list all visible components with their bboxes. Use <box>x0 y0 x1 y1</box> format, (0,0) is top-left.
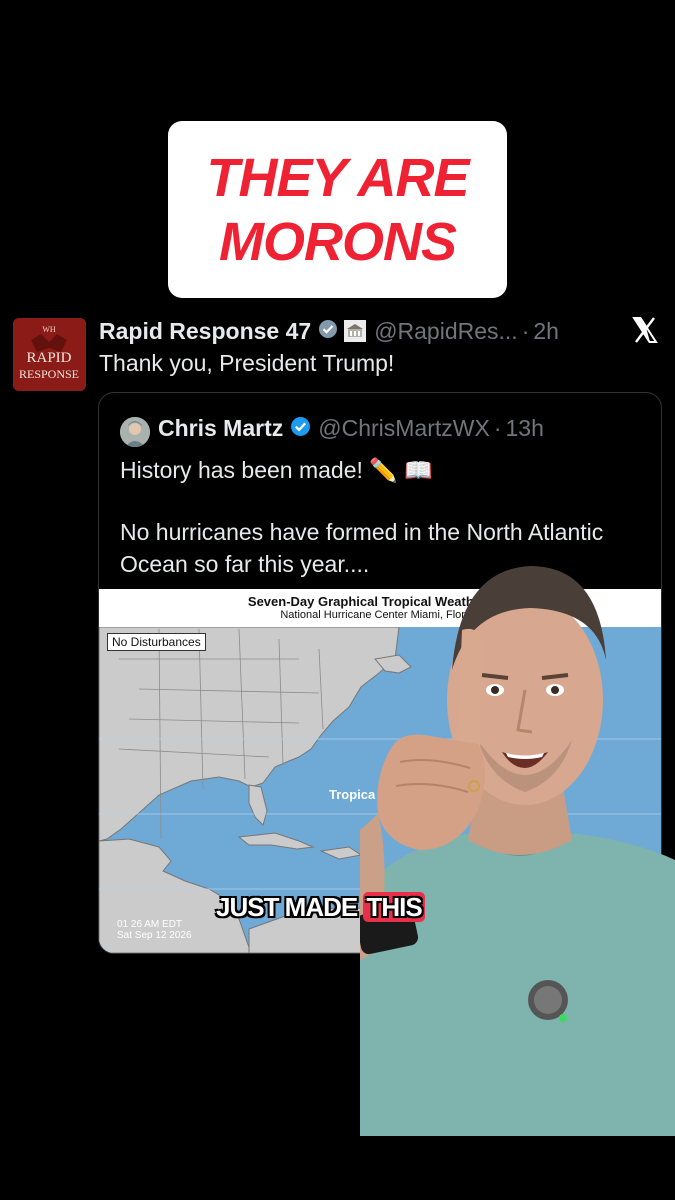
tweet-text: Thank you, President Trump! <box>99 350 395 376</box>
presenter-video-overlay <box>360 530 675 1136</box>
map-timestamp: 01 26 AM EDT Sat Sep 12 2026 <box>117 919 192 941</box>
svg-text:WH: WH <box>42 325 56 334</box>
verified-badge-icon <box>290 416 311 442</box>
tweet-separator: · <box>521 317 530 344</box>
quoted-tweet-header: Chris Martz @ChrisMartzWX · 13h <box>158 415 544 442</box>
headline-card: THEY ARE MORONS <box>168 121 507 298</box>
quoted-separator: · <box>493 415 502 441</box>
rapid-response-avatar[interactable]: WH RAPID RESPONSE <box>13 318 86 391</box>
tweet-time[interactable]: 2h <box>533 318 559 345</box>
quoted-author-name[interactable]: Chris Martz <box>158 415 283 442</box>
white-house-badge-icon <box>344 320 367 342</box>
caption-text: JUST MADE <box>216 892 364 922</box>
headline-line-1: THEY ARE <box>206 147 469 208</box>
tweet-header: Rapid Response 47 @RapidRes... · 2h <box>99 315 559 347</box>
video-caption: JUST MADE THIS <box>216 892 425 923</box>
tweet-handle[interactable]: @RapidRes... <box>374 318 518 345</box>
headline-line-2: MORONS <box>219 211 457 272</box>
tweet-author-name[interactable]: Rapid Response 47 <box>99 318 311 345</box>
quoted-time[interactable]: 13h <box>506 415 544 442</box>
svg-text:RAPID: RAPID <box>26 350 71 366</box>
chris-martz-avatar[interactable] <box>120 417 150 447</box>
quoted-handle[interactable]: @ChrisMartzWX <box>318 415 490 442</box>
map-time-line-1: 01 26 AM EDT <box>117 919 183 930</box>
no-disturbances-label: No Disturbances <box>107 633 206 651</box>
caption-highlight: THIS <box>363 892 425 922</box>
verified-badge-icon <box>318 319 338 344</box>
x-logo-icon[interactable] <box>632 316 658 344</box>
map-time-line-2: Sat Sep 12 2026 <box>117 930 192 941</box>
svg-text:RESPONSE: RESPONSE <box>19 367 79 381</box>
quoted-text-line-1: History has been made! ✏️ 📖 <box>120 457 433 483</box>
